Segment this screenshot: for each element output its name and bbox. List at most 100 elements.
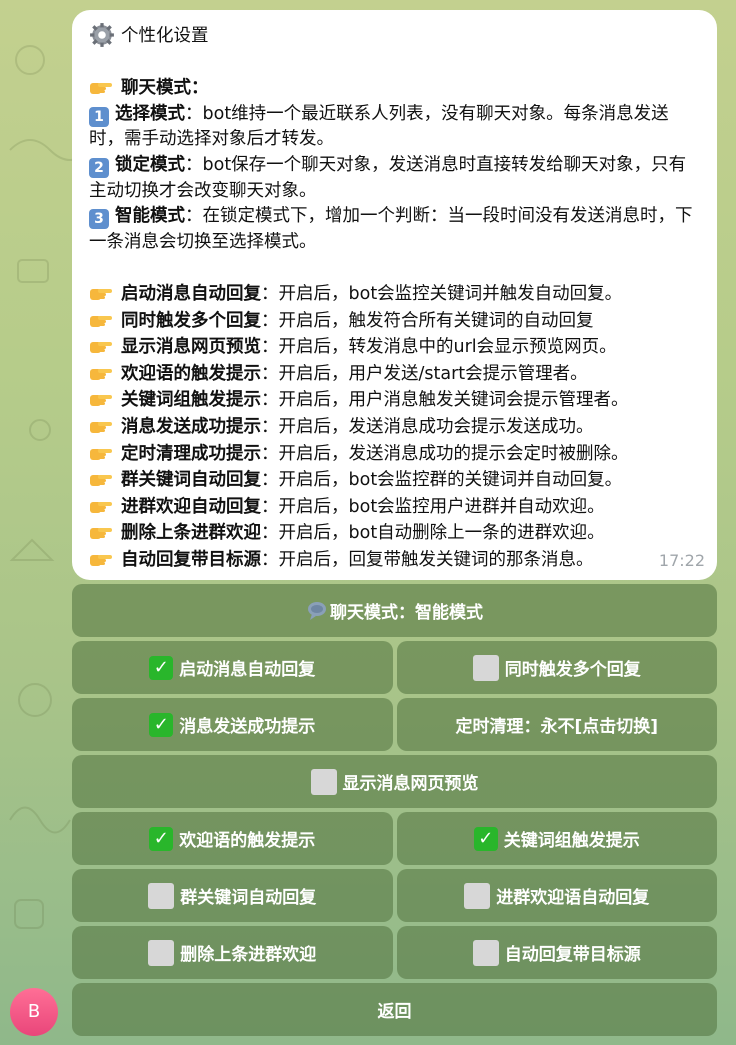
- button-label: 欢迎语的触发提示: [179, 831, 316, 851]
- toggle-button[interactable]: ✓ 欢迎语的触发提示: [72, 812, 393, 865]
- pointing-hand-icon: [90, 288, 112, 300]
- feature-item: 群关键词自动回复：开启后，bot会监控群的关键词并自动回复。: [89, 467, 699, 494]
- mode-name: 智能模式: [115, 206, 185, 227]
- feature-desc: ：开启后，回复带触发关键词的那条消息。: [261, 549, 594, 570]
- toggle-button[interactable]: 群关键词自动回复: [72, 869, 393, 922]
- feature-desc: ：开启后，bot自动删除上一条的进群欢迎。: [261, 523, 605, 544]
- feature-item: 同时触发多个回复：开启后，触发符合所有关键词的自动回复: [89, 308, 699, 335]
- avatar[interactable]: B: [10, 988, 58, 1036]
- feature-desc: ：开启后，bot会监控用户进群并自动欢迎。: [261, 496, 605, 517]
- feature-desc: ：开启后，发送消息成功的提示会定时被删除。: [261, 443, 629, 464]
- empty-box-icon: [148, 939, 175, 966]
- feature-name: 进群欢迎自动回复: [121, 496, 261, 517]
- empty-box-icon: [472, 939, 499, 966]
- keyboard-row: 显示消息网页预览: [72, 755, 717, 808]
- feature-desc: ：开启后，转发消息中的url会显示预览网页。: [261, 337, 617, 358]
- chat-mode-button[interactable]: 聊天模式：智能模式: [72, 584, 717, 637]
- toggle-button[interactable]: 删除上条进群欢迎: [72, 926, 393, 979]
- toggle-button[interactable]: 自动回复带目标源: [396, 926, 717, 979]
- keyboard-row: 删除上条进群欢迎 自动回复带目标源: [72, 926, 717, 979]
- settings-message: 个性化设置 聊天模式： 1 选择模式：bot维持一个最近联系人列表，没有聊天对象。…: [72, 10, 717, 580]
- button-label: 定时清理：永不[点击切换]: [455, 717, 659, 737]
- feature-item: 自动回复带目标源：开启后，回复带触发关键词的那条消息。: [89, 547, 699, 574]
- checkmark-icon: ✓: [149, 712, 174, 737]
- checkmark-icon: ✓: [149, 826, 174, 851]
- toggle-button[interactable]: 同时触发多个回复: [396, 641, 717, 694]
- speech-balloon-icon: [308, 601, 326, 620]
- avatar-letter: B: [27, 1001, 41, 1022]
- message-title: 个性化设置: [121, 26, 209, 46]
- pointing-hand-icon: [90, 395, 112, 407]
- pointing-hand-icon: [90, 528, 112, 540]
- mode-name: 锁定模式: [115, 154, 185, 175]
- toggle-button[interactable]: ✓ 关键词组触发提示: [396, 812, 717, 865]
- empty-box-icon: [148, 882, 175, 909]
- button-label: 进群欢迎语自动回复: [496, 888, 650, 908]
- feature-item: 消息发送成功提示：开启后，发送消息成功会提示发送成功。: [89, 414, 699, 441]
- chat-mode-label: 聊天模式：智能模式: [330, 603, 483, 623]
- pointing-hand-icon: [90, 342, 112, 354]
- feature-item: 显示消息网页预览：开启后，转发消息中的url会显示预览网页。: [89, 334, 699, 361]
- chat-mode-heading: 聊天模式：: [121, 78, 209, 99]
- keyboard-row: 群关键词自动回复 进群欢迎语自动回复: [72, 869, 717, 922]
- button-label: 群关键词自动回复: [180, 888, 317, 908]
- mode-item-2: 2 锁定模式：bot保存一个聊天对象，发送消息时直接转发给聊天对象，只有主动切换才…: [89, 153, 699, 204]
- feature-item: 关键词组触发提示：开启后，用户消息触发关键词会提示管理者。: [89, 387, 699, 414]
- number-2-icon: 2: [89, 157, 109, 178]
- number-3-icon: 3: [89, 209, 109, 230]
- feature-name: 同时触发多个回复: [121, 310, 261, 331]
- feature-desc: ：开启后，bot会监控关键词并触发自动回复。: [261, 283, 623, 304]
- empty-box-icon: [464, 882, 491, 909]
- toggle-button[interactable]: ✓ 消息发送成功提示: [72, 698, 393, 751]
- keyboard-row: ✓ 欢迎语的触发提示 ✓ 关键词组触发提示: [72, 812, 717, 865]
- button-label: 消息发送成功提示: [179, 717, 316, 737]
- toggle-button[interactable]: 定时清理：永不[点击切换]: [396, 698, 717, 751]
- empty-box-icon: [310, 768, 337, 795]
- pointing-hand-icon: [90, 421, 112, 433]
- toggle-button[interactable]: ✓ 启动消息自动回复: [72, 641, 393, 694]
- keyboard-row: ✓ 启动消息自动回复 同时触发多个回复: [72, 641, 717, 694]
- gear-icon: [90, 23, 114, 47]
- feature-list: 启动消息自动回复：开启后，bot会监控关键词并触发自动回复。 同时触发多个回复：开…: [89, 281, 699, 574]
- button-label: 同时触发多个回复: [504, 660, 641, 680]
- inline-keyboard: 聊天模式：智能模式 ✓ 启动消息自动回复 同时触发多个回复 ✓ 消息发送成功提示 定时清理…: [72, 584, 717, 1040]
- feature-name: 消息发送成功提示: [121, 416, 261, 437]
- button-label: 启动消息自动回复: [179, 660, 316, 680]
- pointing-hand-icon: [90, 315, 112, 327]
- feature-item: 进群欢迎自动回复：开启后，bot会监控用户进群并自动欢迎。: [89, 494, 699, 521]
- feature-item: 删除上条进群欢迎：开启后，bot自动删除上一条的进群欢迎。: [89, 520, 699, 547]
- back-label: 返回: [377, 1002, 412, 1022]
- toggle-button[interactable]: 显示消息网页预览: [72, 755, 717, 808]
- feature-name: 启动消息自动回复: [121, 283, 261, 304]
- feature-name: 欢迎语的触发提示: [121, 363, 261, 384]
- feature-name: 显示消息网页预览: [121, 337, 261, 358]
- feature-name: 群关键词自动回复: [121, 470, 261, 491]
- feature-desc: ：开启后，发送消息成功会提示发送成功。: [261, 416, 594, 437]
- feature-desc: ：开启后，用户消息触发关键词会提示管理者。: [261, 390, 629, 411]
- mode-item-3: 3 智能模式：在锁定模式下，增加一个判断：当一段时间没有发送消息时，下一条消息会切…: [89, 204, 699, 255]
- message-time: 17:22: [658, 551, 705, 571]
- keyboard-row: 返回: [72, 983, 717, 1036]
- feature-item: 定时清理成功提示：开启后，发送消息成功的提示会定时被删除。: [89, 441, 699, 468]
- back-button[interactable]: 返回: [72, 983, 717, 1036]
- checkmark-icon: ✓: [473, 826, 498, 851]
- button-label: 关键词组触发提示: [503, 831, 640, 851]
- feature-name: 自动回复带目标源: [121, 549, 261, 570]
- feature-item: 欢迎语的触发提示：开启后，用户发送/start会提示管理者。: [89, 361, 699, 388]
- number-1-icon: 1: [89, 106, 109, 127]
- pointing-hand-icon: [90, 554, 112, 566]
- feature-desc: ：开启后，bot会监控群的关键词并自动回复。: [261, 470, 623, 491]
- feature-desc: ：开启后，触发符合所有关键词的自动回复: [261, 310, 594, 331]
- pointing-hand-icon: [90, 83, 112, 95]
- feature-name: 关键词组触发提示: [121, 390, 261, 411]
- keyboard-row: ✓ 消息发送成功提示 定时清理：永不[点击切换]: [72, 698, 717, 751]
- mode-name: 选择模式: [115, 103, 185, 124]
- pointing-hand-icon: [90, 448, 112, 460]
- toggle-button[interactable]: 进群欢迎语自动回复: [396, 869, 717, 922]
- feature-desc: ：开启后，用户发送/start会提示管理者。: [261, 363, 588, 384]
- button-label: 删除上条进群欢迎: [180, 945, 317, 965]
- button-label: 自动回复带目标源: [504, 945, 641, 965]
- button-label: 显示消息网页预览: [342, 774, 479, 794]
- pointing-hand-icon: [90, 475, 112, 487]
- feature-name: 删除上条进群欢迎: [121, 523, 261, 544]
